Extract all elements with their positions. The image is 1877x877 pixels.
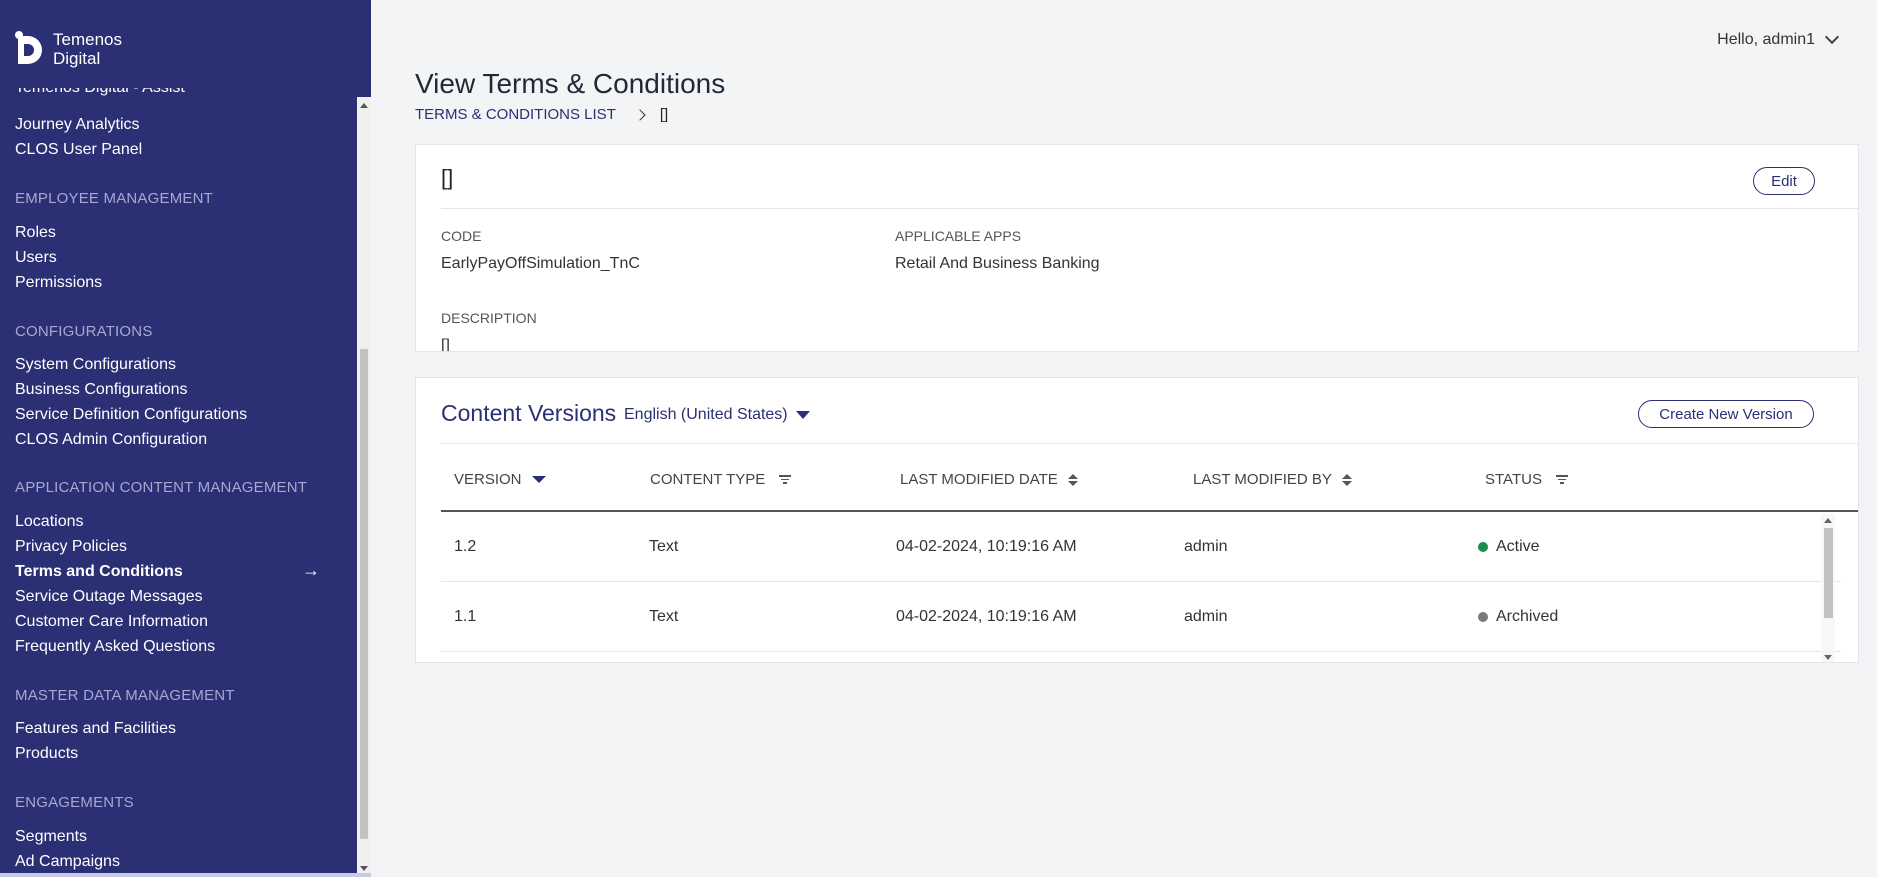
column-header-label: LAST MODIFIED DATE [900, 471, 1058, 488]
description-value: [] [441, 337, 450, 352]
cell-status: Archived [1478, 608, 1558, 626]
sidebar-nav: Temenos Digital - Assist Journey Analyti… [0, 88, 356, 877]
column-header-last-modified-by[interactable]: LAST MODIFIED BY [1193, 471, 1352, 488]
sidebar-item-journey-analytics[interactable]: Journey Analytics [15, 116, 140, 134]
chevron-down-icon [1824, 29, 1840, 45]
scroll-up-icon[interactable] [360, 103, 368, 108]
column-header-content-type: CONTENT TYPE [650, 471, 792, 488]
code-label: CODE [441, 228, 482, 244]
sidebar-scrollbar[interactable] [357, 97, 371, 877]
sidebar: Temenos Digital Temenos Digital - Assist… [0, 0, 371, 877]
scroll-down-icon[interactable] [360, 866, 368, 871]
user-greeting: Hello, admin1 [1717, 31, 1815, 48]
terms-details-card: [] Edit CODE EarlyPayOffSimulation_TnC A… [415, 144, 1859, 352]
cell-last-modified-by: admin [1184, 608, 1228, 625]
page-title: View Terms & Conditions [415, 68, 726, 99]
content-versions-title: Content Versions [441, 400, 617, 426]
column-header-label: VERSION [454, 471, 522, 488]
applicable-apps-label: APPLICABLE APPS [895, 228, 1022, 244]
create-new-version-button[interactable]: Create New Version [1638, 400, 1814, 428]
sidebar-item-roles[interactable]: Roles [15, 224, 56, 242]
sidebar-item-products[interactable]: Products [15, 745, 78, 763]
description-label: DESCRIPTION [441, 310, 537, 326]
arrow-right-icon: → [302, 560, 320, 580]
sidebar-section-employee-management: EMPLOYEE MANAGEMENT [15, 190, 214, 207]
sort-icon[interactable] [1067, 473, 1078, 486]
cell-content-type: Text [649, 608, 679, 625]
divider [441, 443, 1858, 444]
sidebar-item-segments[interactable]: Segments [15, 828, 87, 846]
status-archived-dot-icon [1478, 612, 1488, 622]
column-header-label: LAST MODIFIED BY [1193, 471, 1332, 488]
sidebar-item-ad-campaigns[interactable]: Ad Campaigns [15, 853, 120, 871]
sidebar-item-service-definition-configurations[interactable]: Service Definition Configurations [15, 406, 247, 424]
sidebar-item-users[interactable]: Users [15, 249, 57, 267]
breadcrumb-current: [] [659, 106, 669, 123]
sidebar-item-frequently-asked-questions[interactable]: Frequently Asked Questions [15, 638, 215, 656]
breadcrumb-parent-link[interactable]: TERMS & CONDITIONS LIST [415, 106, 616, 123]
language-dropdown[interactable]: English (United States) [624, 406, 810, 424]
column-header-status: STATUS [1485, 471, 1568, 488]
cell-last-modified-date: 04-02-2024, 10:19:16 AM [896, 608, 1077, 625]
sidebar-section-configurations: CONFIGURATIONS [15, 323, 153, 340]
sort-icon[interactable] [1341, 473, 1352, 486]
cell-last-modified-date: 04-02-2024, 10:19:16 AM [896, 538, 1077, 555]
brand-logo[interactable]: Temenos Digital [14, 30, 122, 68]
table-row[interactable]: 1.2 Text 04-02-2024, 10:19:16 AM admin A… [441, 512, 1841, 582]
user-menu[interactable]: Hello, admin1 [1717, 29, 1840, 49]
language-selected: English (United States) [624, 406, 788, 423]
sidebar-bottom-bar [0, 873, 371, 877]
code-value: EarlyPayOffSimulation_TnC [441, 255, 640, 272]
column-header-version[interactable]: VERSION [454, 471, 546, 488]
cell-last-modified-by: admin [1184, 538, 1228, 555]
table-row[interactable]: 1.1 Text 04-02-2024, 10:19:16 AM admin A… [441, 582, 1841, 652]
sidebar-item-clos-user-panel[interactable]: CLOS User Panel [15, 141, 142, 159]
sidebar-item-business-configurations[interactable]: Business Configurations [15, 381, 188, 399]
sidebar-item-customer-care-information[interactable]: Customer Care Information [15, 613, 208, 631]
cell-version: 1.2 [454, 538, 477, 555]
column-header-last-modified-date[interactable]: LAST MODIFIED DATE [900, 471, 1078, 488]
caret-down-icon [795, 411, 810, 419]
content-versions-card: Content Versions English (United States)… [415, 377, 1859, 663]
sort-descending-icon[interactable] [531, 476, 546, 483]
sidebar-item-temenos-digital-assist[interactable]: Temenos Digital - Assist [15, 88, 185, 97]
filter-icon[interactable] [1555, 475, 1568, 484]
applicable-apps-value: Retail And Business Banking [895, 255, 1100, 272]
column-header-label: CONTENT TYPE [650, 471, 766, 488]
sidebar-section-engagements: ENGAGEMENTS [15, 794, 134, 811]
sidebar-item-service-outage-messages[interactable]: Service Outage Messages [15, 588, 203, 606]
sidebar-item-features-and-facilities[interactable]: Features and Facilities [15, 720, 176, 738]
sidebar-section-master-data-management: MASTER DATA MANAGEMENT [15, 687, 235, 704]
breadcrumb: TERMS & CONDITIONS LIST [] [415, 106, 668, 123]
chevron-right-icon [634, 108, 646, 121]
table-scrollbar-thumb[interactable] [1824, 528, 1833, 618]
sidebar-item-permissions[interactable]: Permissions [15, 274, 102, 292]
status-badge: Archived [1496, 608, 1559, 625]
filter-icon[interactable] [779, 475, 792, 484]
scroll-down-icon[interactable] [1824, 655, 1832, 660]
temenos-logo-icon [14, 30, 46, 68]
table-scrollbar[interactable] [1821, 514, 1835, 662]
sidebar-item-locations[interactable]: Locations [15, 513, 84, 531]
brand-line2: Digital [53, 49, 101, 68]
sidebar-scrollbar-thumb[interactable] [360, 349, 368, 839]
column-header-label: STATUS [1485, 471, 1542, 488]
edit-button[interactable]: Edit [1753, 167, 1815, 195]
sidebar-section-application-content-management: APPLICATION CONTENT MANAGEMENT [15, 479, 308, 496]
sidebar-item-system-configurations[interactable]: System Configurations [15, 356, 176, 374]
terms-title: [] [441, 165, 454, 190]
cell-content-type: Text [649, 538, 679, 555]
cell-status: Active [1478, 538, 1540, 556]
brand-line1: Temenos [53, 30, 122, 49]
scroll-up-icon[interactable] [1824, 518, 1832, 523]
cell-version: 1.1 [454, 608, 477, 625]
sidebar-item-clos-admin-configuration[interactable]: CLOS Admin Configuration [15, 431, 207, 449]
divider [441, 208, 1858, 209]
status-badge: Active [1496, 538, 1540, 555]
sidebar-item-terms-and-conditions[interactable]: Terms and Conditions [15, 563, 183, 581]
sidebar-item-privacy-policies[interactable]: Privacy Policies [15, 538, 127, 556]
status-active-dot-icon [1478, 542, 1488, 552]
